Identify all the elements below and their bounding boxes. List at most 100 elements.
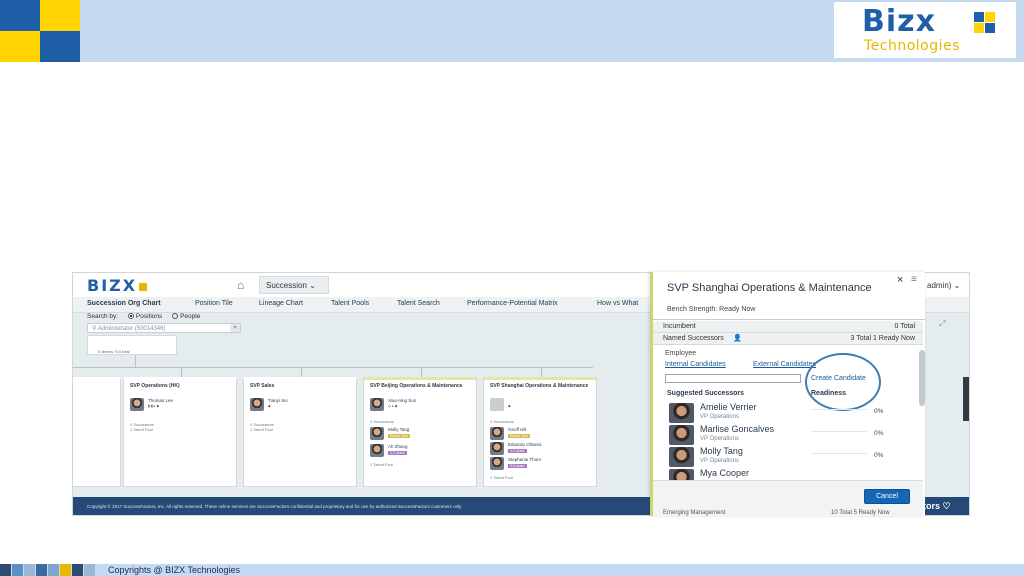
app-logo-text: BIZX [87,276,138,295]
named-successors-row[interactable]: Named Successors 👤 3 Total 1 Ready Now [653,333,923,345]
talent-pool-count[interactable]: 1 Talent Pool [130,427,153,432]
tab-succession-org-chart[interactable]: Succession Org Chart [87,300,161,307]
positions-radio[interactable] [127,313,134,320]
talent-pool-count[interactable]: 1 Talent Pool [490,475,513,480]
suggested-successor-item[interactable]: Amelie Verrier VP Operations 0% [669,402,909,425]
avatar [669,403,694,423]
tab-talent-search[interactable]: Talent Search [397,300,440,307]
admin-dropdown[interactable]: admin) ⌄ [927,281,960,290]
person-name: Xiao-ning Sun [388,398,417,403]
home-icon[interactable]: ⌂ [237,278,244,292]
search-by-row: Search by: Positions People [87,313,200,320]
connector [301,367,302,377]
readiness-badge: 1-2 years [388,451,407,455]
avatar [490,427,504,440]
tab-lineage-chart[interactable]: Lineage Chart [259,300,303,307]
footer-square [72,564,83,576]
module-dropdown[interactable]: Succession ⌄ [259,276,329,294]
readiness-badge: Ready Now [508,434,531,438]
readiness-percent: 0% [874,452,884,459]
side-drawer-tab[interactable] [963,377,969,421]
menu-icon[interactable]: ≡ [911,274,917,285]
successor-name: Mya Cooper [700,468,750,478]
successor-name: Amelie Verrier [700,402,757,412]
readiness-percent: 0% [874,430,884,437]
tab-position-tile[interactable]: Position Tile [195,300,233,307]
connector [541,367,542,377]
person-badges: ◆ [508,404,511,408]
expand-icon[interactable]: ⤢ [939,319,945,329]
search-input[interactable]: ⚲ Administrator (50014346) ▾ [87,323,241,333]
search-by-label: Search by: [87,313,119,320]
suggested-successor-item[interactable]: Marlise Goncalves VP Operations 0% [669,424,909,447]
successor-title: VP Operations [700,436,739,442]
avatar [370,427,384,440]
module-label: Succession [266,281,307,290]
person-badges: ◎ ▸ ◆ [388,404,398,408]
panel-title: SVP Shanghai Operations & Maintenance [667,282,872,294]
avatar [250,398,264,411]
panel-actions: Cancel Emerging Management 10 Total 5 Re… [653,480,923,516]
incumbent-row[interactable]: Incumbent 0 Total [653,321,923,333]
incumbent-total: 0 Total [894,323,916,330]
slide: Bizx Technologies BIZX ⌂ Succession ⌄ ad… [0,0,1024,576]
avatar [669,425,694,445]
tab-talent-pools[interactable]: Talent Pools [331,300,369,307]
org-card-svp-operations-hk[interactable]: SVP Operations (HK) Thomas Lee ▮ ▮ ▸ ◆ 0… [123,377,237,487]
add-successor-section: Employee Internal Candidates External Ca… [653,347,923,489]
successor-name: Marlise Goncalves [700,424,775,434]
readiness-badge: Ready Now [388,434,411,438]
successor-count[interactable]: 3 Successors [370,419,394,424]
talent-pool-count[interactable]: 1 Talent Pool [250,427,273,432]
org-card-svp-sales[interactable]: SVP Sales Tianyi Sio ◆ 0 Successors 1 Ta… [243,377,357,487]
org-card-svp-shanghai[interactable]: SVP Shanghai Operations & Maintenance ◆ … [483,377,597,487]
app-footer-text: Copyright © 2017 SuccessFactors, Inc. Al… [87,504,463,509]
root-position-card[interactable]: 6 directs 704 total [87,335,177,355]
search-icon: ⚲ [92,326,97,332]
avatar [370,444,384,457]
named-successors-total: 3 Total 1 Ready Now [850,335,915,342]
org-card-title: SVP Shanghai Operations & Maintenance [490,383,589,389]
tab-performance-potential-matrix[interactable]: Performance-Potential Matrix [467,300,558,307]
footer-square [36,564,47,576]
external-candidates-link[interactable]: External Candidates [753,361,816,368]
avatar [669,447,694,467]
panel-scrollbar[interactable] [919,350,925,406]
logo-word: Bizx [862,4,936,39]
people-radio[interactable] [172,313,179,320]
readiness-bar [811,409,867,410]
talent-pool-total: 10 Total 5 Ready Now [831,510,890,516]
person-icon: 👤 [733,335,742,342]
heart-icon: ♡ [942,501,951,511]
positions-label: Positions [135,313,163,320]
suggested-successor-item[interactable]: Molly Tang VP Operations 0% [669,446,909,469]
person-name: Eduardo Oliveira [508,442,542,447]
avatar [130,398,144,411]
org-card-svp-beijing[interactable]: SVP Beijing Operations & Maintenance Xia… [363,377,477,487]
employee-label: Employee [665,350,697,357]
candidate-search-input[interactable] [665,374,801,383]
successor-count[interactable]: 3 Successors [490,419,514,424]
suggested-successors-header: Suggested Successors [667,390,745,397]
chevron-down-icon[interactable]: ▾ [230,324,240,332]
org-card-partial[interactable] [73,377,121,487]
connector [181,367,182,377]
bench-strength: Bench Strength: Ready Now [667,306,756,313]
slide-header: Bizx Technologies [0,0,1024,62]
person-name: Ah Zhang [388,444,408,449]
app-logo: BIZX [87,276,148,295]
root-count: 6 directs 704 total [98,349,130,354]
connector [135,355,136,367]
footer-square [0,564,11,576]
avatar [490,442,504,455]
talent-pool-count[interactable]: 1 Talent Pool [370,462,393,467]
successor-title: VP Operations [700,414,739,420]
person-badges: ▮ ▮ ▸ ◆ [148,404,160,408]
internal-candidates-link[interactable]: Internal Candidates [665,361,726,368]
cancel-button[interactable]: Cancel [864,489,910,504]
org-card-title: SVP Sales [250,383,275,389]
close-icon[interactable]: × [897,274,903,286]
avatar [490,457,504,470]
tab-how-vs-what[interactable]: How vs What [597,300,638,307]
position-details-panel: SVP Shanghai Operations & Maintenance Be… [650,272,925,516]
